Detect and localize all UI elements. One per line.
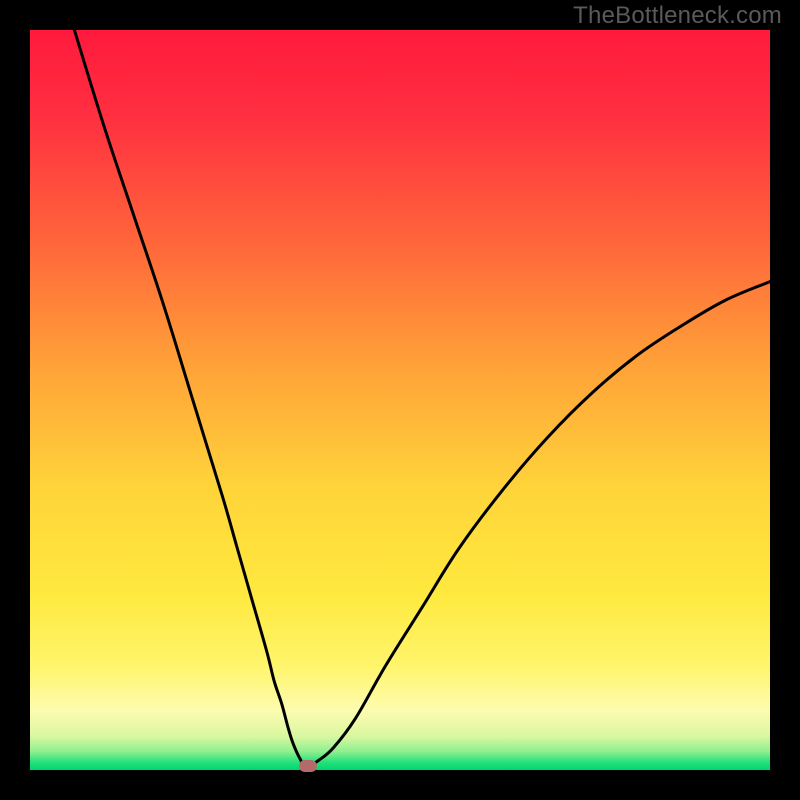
plot-svg [30,30,770,770]
watermark-text: TheBottleneck.com [573,2,782,30]
optimal-point-marker [299,760,317,772]
plot-area [30,30,770,770]
gradient-background [30,30,770,770]
chart-frame: TheBottleneck.com [0,0,800,800]
